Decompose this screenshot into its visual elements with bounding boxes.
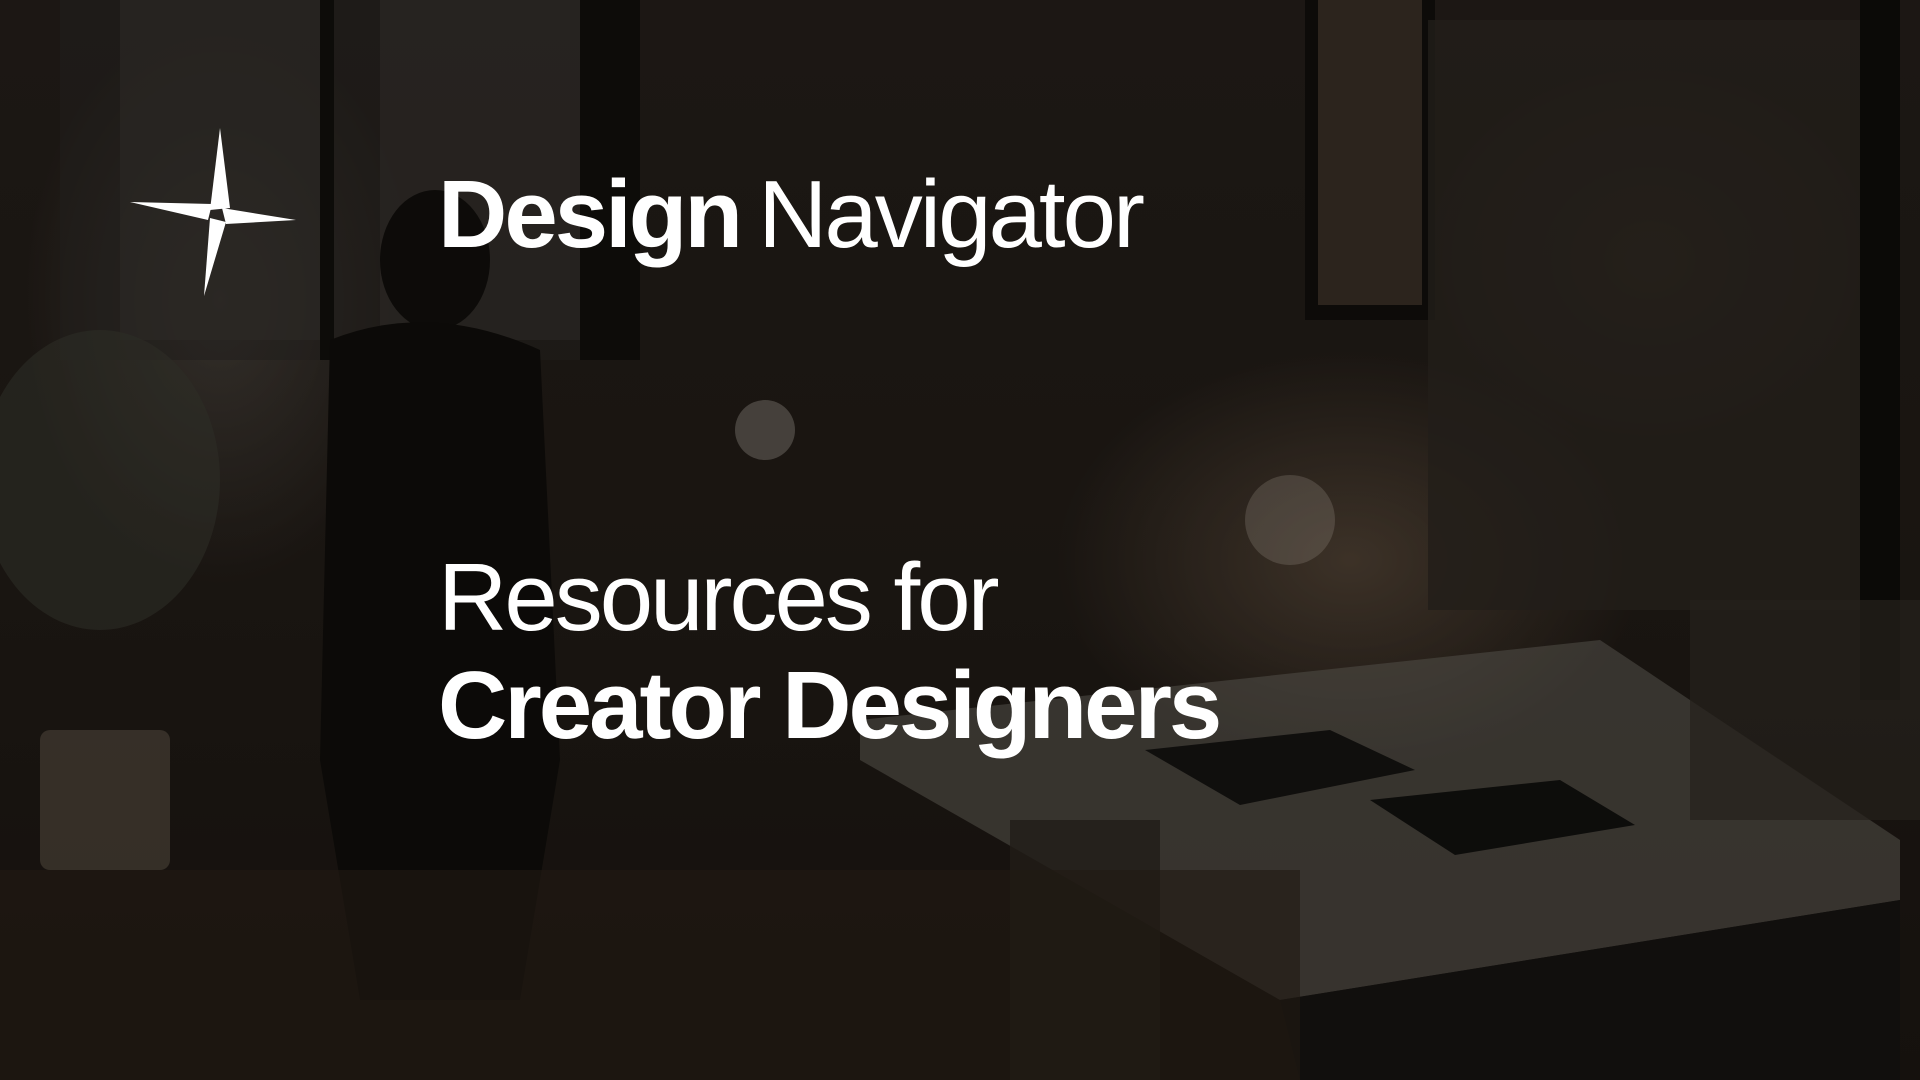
brand-title: Design Navigator: [438, 160, 1145, 270]
four-point-star-icon: [130, 128, 296, 296]
tagline-line-2: Creator Designers: [438, 652, 1222, 759]
brand-name-bold: Design: [438, 161, 743, 268]
hero-banner: Design Navigator Resources for Creator De…: [0, 0, 1920, 1080]
tagline-line-1: Resources for: [438, 544, 1000, 651]
hero-tagline: Resources for Creator Designers: [438, 544, 1222, 760]
brand-name-light: Navigator: [758, 161, 1145, 268]
